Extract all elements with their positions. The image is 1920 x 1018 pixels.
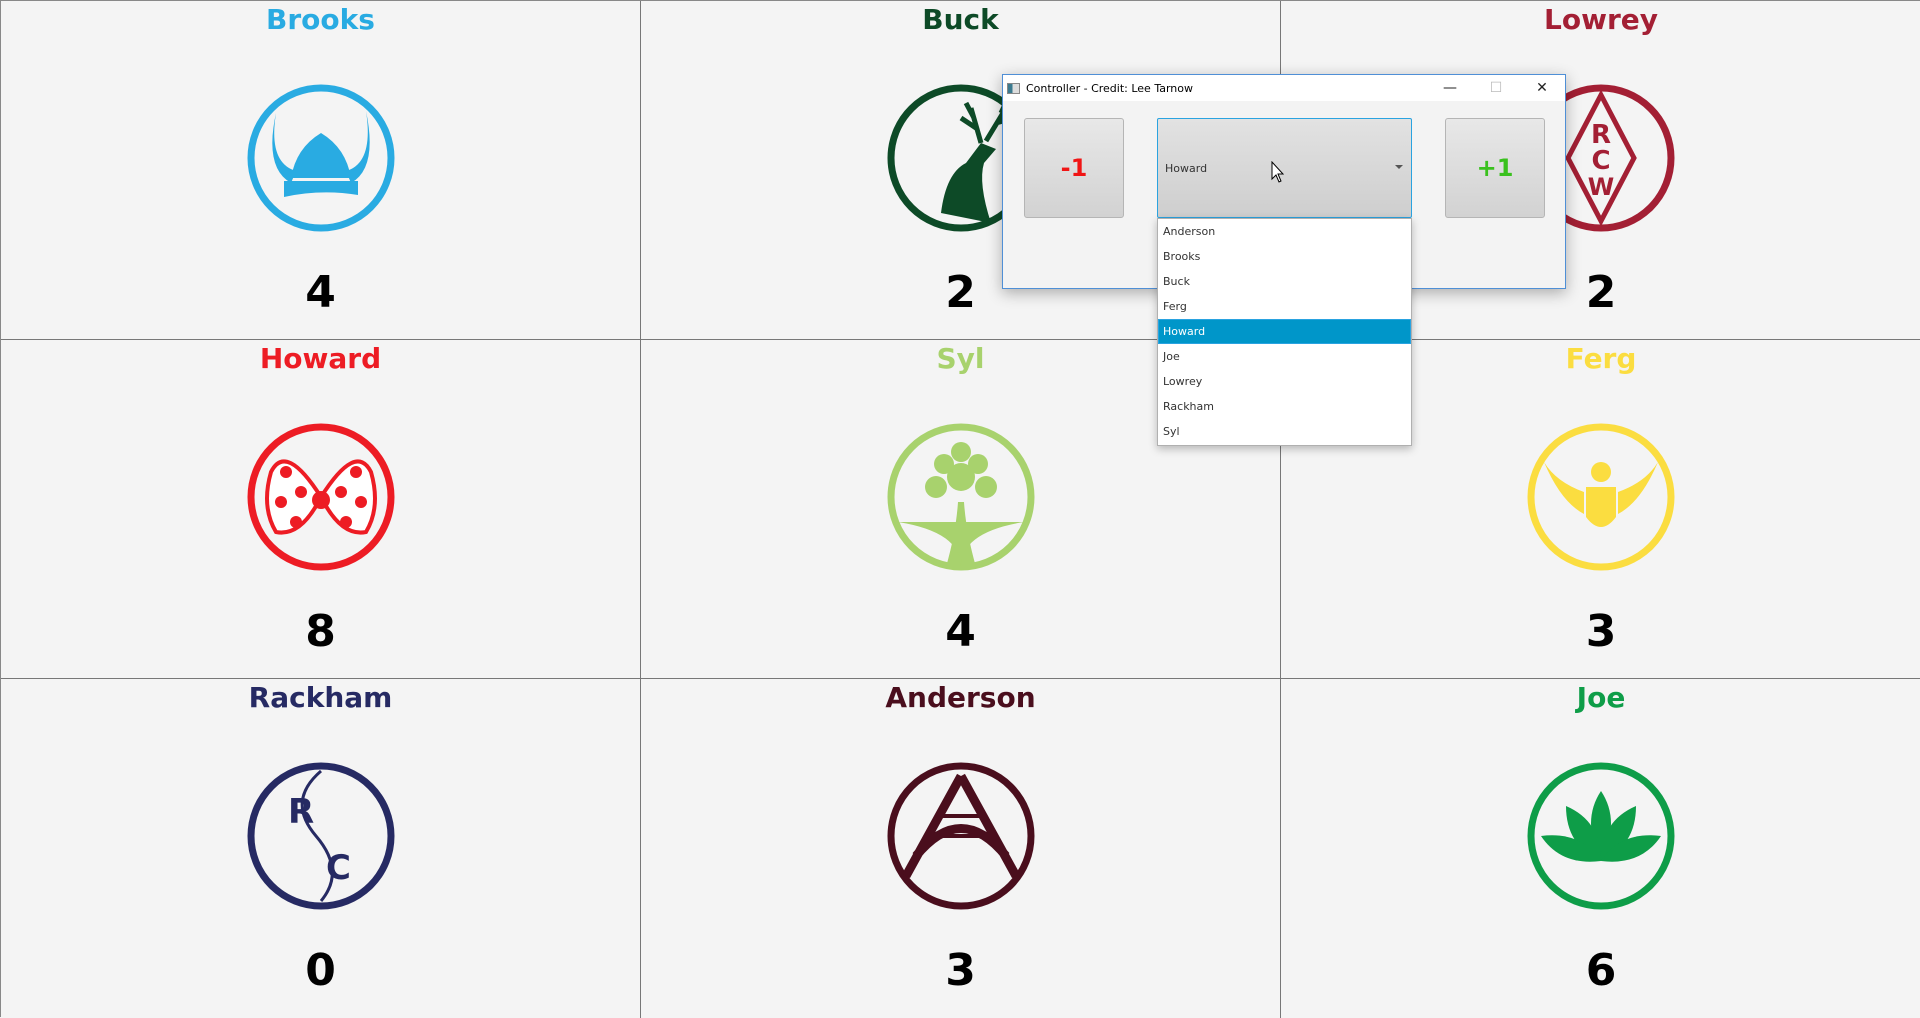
- svg-text:C: C: [1591, 146, 1610, 176]
- team-score: 6: [1585, 945, 1617, 996]
- team-card-rackham: Rackham RC 0: [1, 679, 641, 1018]
- dropdown-option-howard[interactable]: Howard: [1158, 319, 1411, 344]
- tree-icon: [887, 423, 1035, 571]
- team-score: 4: [945, 606, 976, 657]
- team-score: 3: [1585, 606, 1617, 657]
- close-button[interactable]: ✕: [1519, 80, 1565, 96]
- team-name: Joe: [1576, 681, 1626, 714]
- dropdown-option-buck[interactable]: Buck: [1158, 269, 1411, 294]
- team-name: Rackham: [248, 681, 393, 714]
- dropdown-option-brooks[interactable]: Brooks: [1158, 244, 1411, 269]
- team-name: Buck: [922, 3, 999, 36]
- team-score: 4: [305, 267, 336, 318]
- dropdown-option-anderson[interactable]: Anderson: [1158, 219, 1411, 244]
- svg-text:R: R: [288, 792, 314, 832]
- chevron-down-icon: [1395, 165, 1403, 169]
- dropdown-option-joe[interactable]: Joe: [1158, 344, 1411, 369]
- eagle-crest-icon: [1527, 423, 1675, 571]
- team-score: 8: [305, 606, 336, 657]
- decrement-button[interactable]: -1: [1024, 118, 1124, 218]
- team-name: Brooks: [266, 3, 375, 36]
- team-card-anderson: Anderson 3: [641, 679, 1281, 1018]
- maximize-button[interactable]: ☐: [1473, 80, 1519, 96]
- polka-dot-bow-icon: [247, 423, 395, 571]
- dropdown-option-rackham[interactable]: Rackham: [1158, 394, 1411, 419]
- svg-text:W: W: [1588, 173, 1614, 201]
- dropdown-option-lowrey[interactable]: Lowrey: [1158, 369, 1411, 394]
- team-card-brooks: Brooks 4: [1, 1, 641, 340]
- lotus-icon: [1527, 762, 1675, 910]
- team-card-joe: Joe 6: [1281, 679, 1920, 1018]
- rc-monogram-icon: RC: [247, 762, 395, 910]
- svg-text:C: C: [326, 848, 351, 888]
- window-title: Controller - Credit: Lee Tarnow: [1026, 81, 1193, 95]
- minimize-button[interactable]: —: [1427, 80, 1473, 96]
- team-card-howard: Howard 8: [1, 340, 641, 679]
- team-name: Howard: [259, 342, 382, 375]
- mouse-cursor-icon: [1271, 161, 1285, 183]
- scoreboard-grid: Brooks 4 Buck 2 Lowrey RCW 2 Howard 8 Syl 4F…: [0, 0, 1920, 1018]
- title-bar[interactable]: Controller - Credit: Lee Tarnow — ☐ ✕: [1003, 75, 1565, 101]
- team-score: 0: [305, 945, 336, 996]
- team-name: Lowrey: [1544, 3, 1658, 36]
- team-score: 3: [945, 945, 976, 996]
- app-icon: [1007, 82, 1020, 94]
- team-name: Anderson: [885, 681, 1036, 714]
- bridge-icon: [887, 762, 1035, 910]
- viking-helmet-icon: [247, 84, 395, 232]
- dropdown-option-ferg[interactable]: Ferg: [1158, 294, 1411, 319]
- increment-button[interactable]: +1: [1445, 118, 1545, 218]
- team-dropdown-list[interactable]: Anderson Brooks Buck Ferg Howard Joe Lowrey Rac…: [1157, 218, 1412, 446]
- team-select-value: Howard: [1165, 161, 1208, 175]
- dropdown-option-syl[interactable]: Syl: [1158, 419, 1411, 444]
